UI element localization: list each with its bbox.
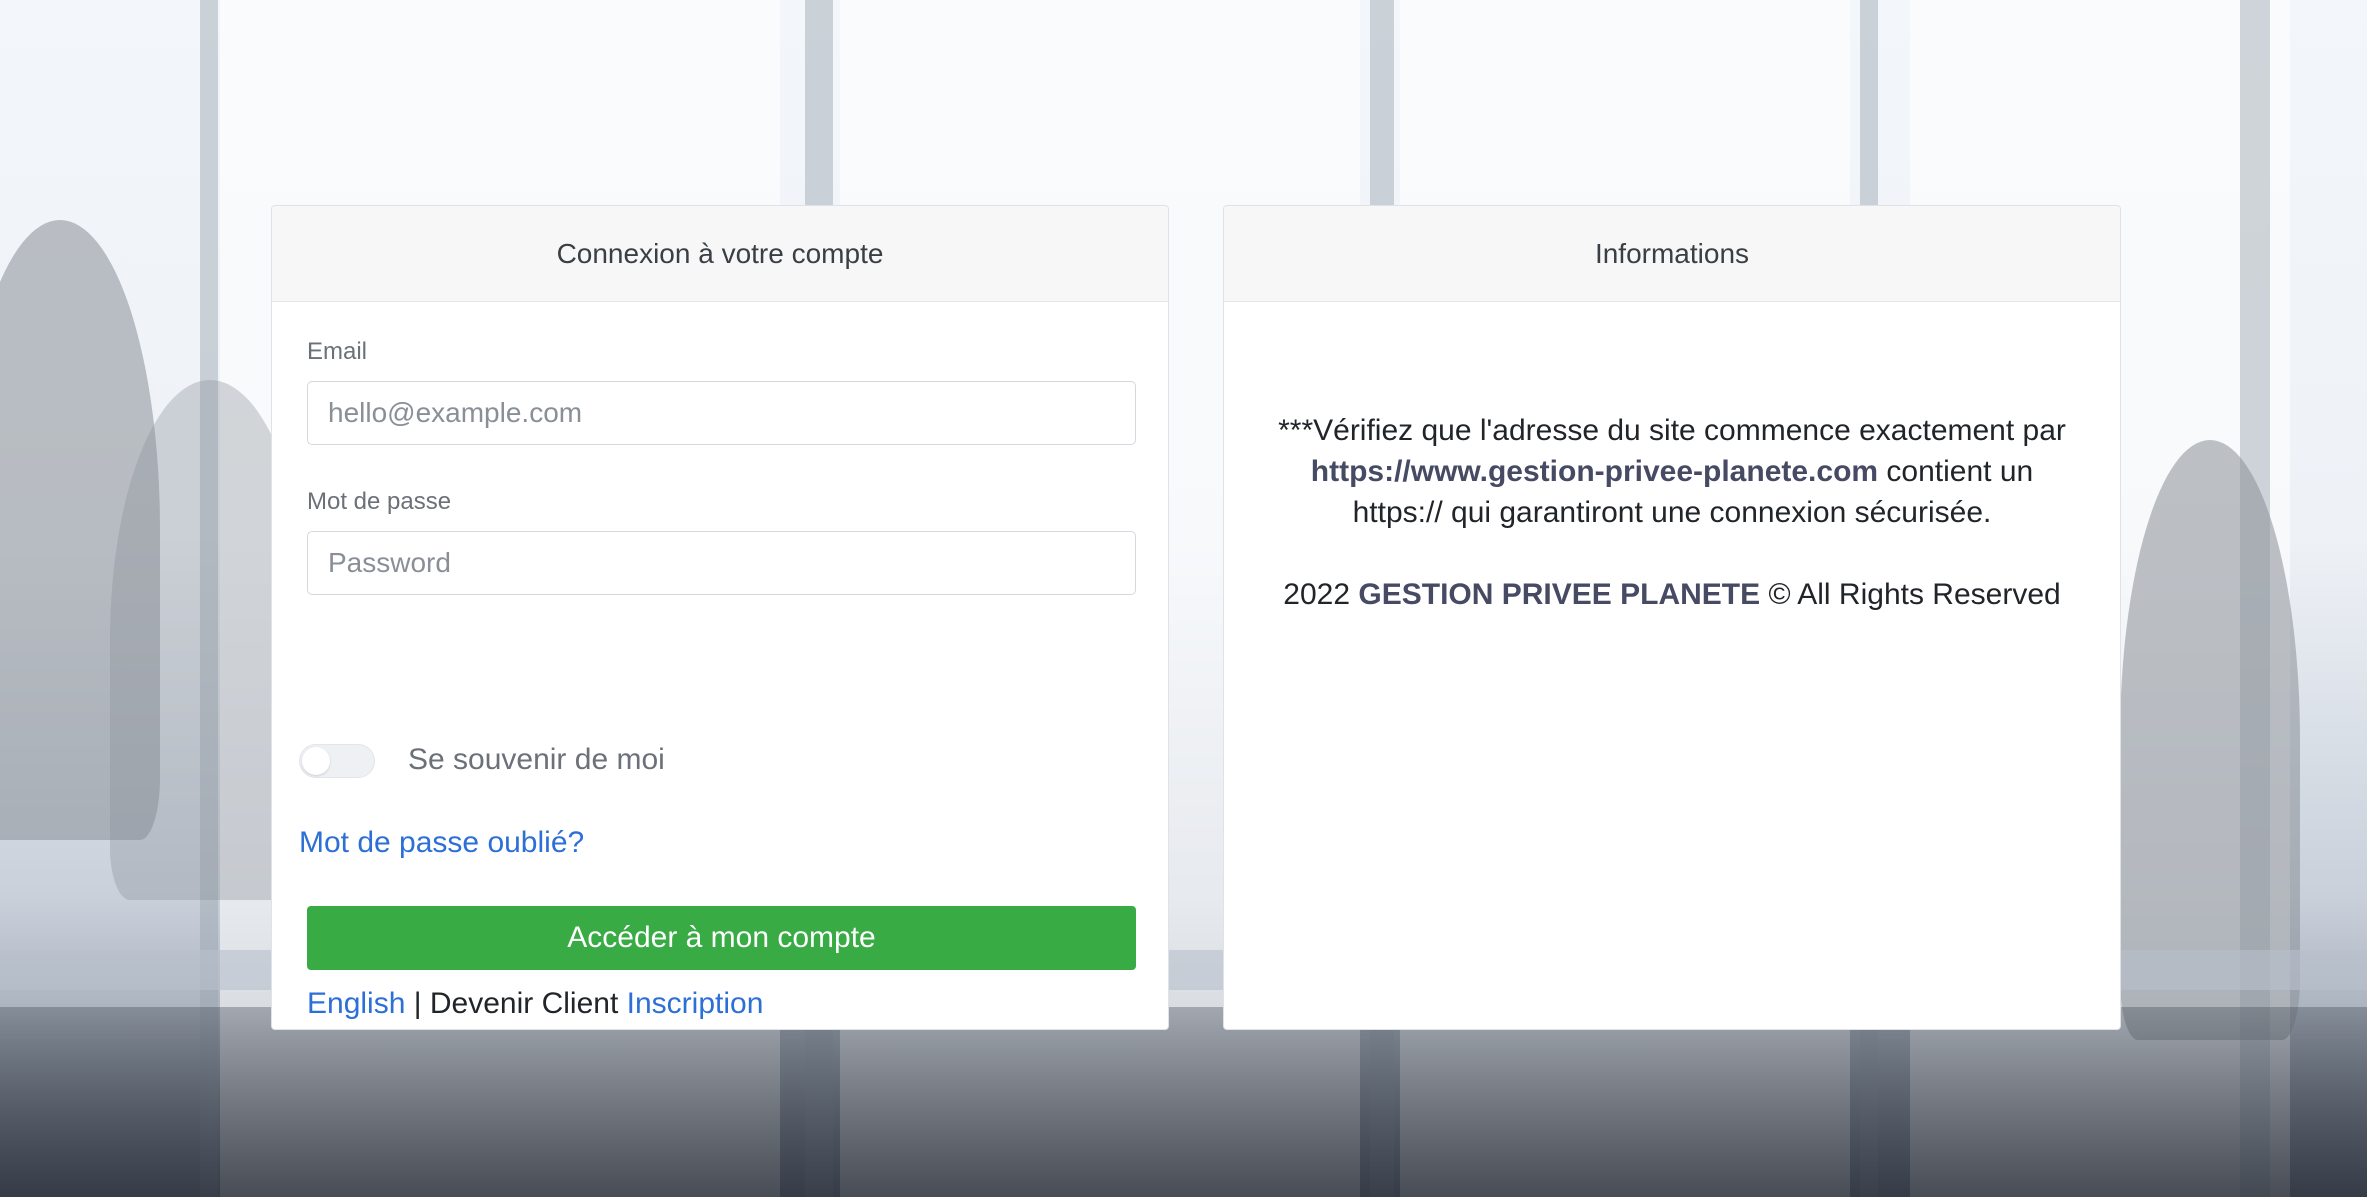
footer-links: English | Devenir Client Inscription xyxy=(307,987,763,1021)
notice-suffix-2: https:// qui garantiront une connexion s… xyxy=(1352,496,1992,529)
signup-link[interactable]: Inscription xyxy=(627,987,764,1020)
login-card: Connexion à votre compte Email Mot de pa… xyxy=(271,205,1169,1030)
copyright-company: GESTION PRIVEE PLANETE xyxy=(1358,578,1761,611)
email-input[interactable] xyxy=(307,381,1136,445)
password-label: Mot de passe xyxy=(307,488,452,515)
notice-url: https://www.gestion-privee-planete.com xyxy=(1310,455,1879,488)
copyright-year: 2022 xyxy=(1283,578,1351,611)
become-client-text: Devenir Client xyxy=(429,987,619,1020)
forgot-password-link[interactable]: Mot de passe oublié? xyxy=(299,826,584,860)
remember-me-label: Se souvenir de moi xyxy=(408,743,665,776)
toggle-knob xyxy=(302,747,330,775)
login-card-header: Connexion à votre compte xyxy=(272,206,1168,302)
security-notice: ***Vérifiez que l'adresse du site commen… xyxy=(1224,410,2120,615)
info-card-header: Informations xyxy=(1224,206,2120,302)
info-card: Informations ***Vérifiez que l'adresse d… xyxy=(1223,205,2121,1030)
remember-me-toggle[interactable] xyxy=(299,744,375,778)
notice-suffix-1: contient un xyxy=(1886,455,2034,488)
language-english-link[interactable]: English xyxy=(307,987,405,1020)
notice-prefix: ***Vérifiez que l'adresse du site commen… xyxy=(1278,414,2066,447)
copyright-suffix: © All Rights Reserved xyxy=(1768,578,2061,611)
password-input[interactable] xyxy=(307,531,1136,595)
separator: | xyxy=(413,987,422,1020)
login-submit-button[interactable]: Accéder à mon compte xyxy=(307,906,1136,970)
email-label: Email xyxy=(307,338,368,365)
copyright: 2022 GESTION PRIVEE PLANETE © All Rights… xyxy=(1224,574,2120,615)
